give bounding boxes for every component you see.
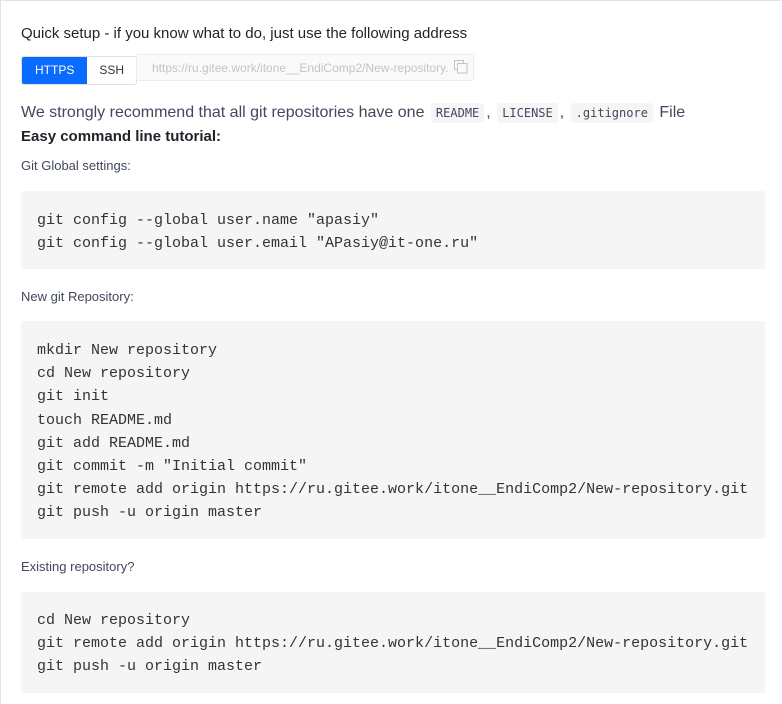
existing-repo-code-block: cd New repository git remote add origin … <box>21 592 765 693</box>
code-line: git push -u origin master <box>37 504 263 522</box>
quick-setup-title: Quick setup - if you know what to do, ju… <box>21 25 468 42</box>
new-repo-code-block: mkdir New repository cd New repository g… <box>21 321 765 539</box>
tutorial-heading: Easy command line tutorial: <box>21 128 222 145</box>
repo-url-field <box>136 54 474 81</box>
global-settings-label: Git Global settings: <box>21 158 131 173</box>
code-line: git remote add origin https://ru.gitee.w… <box>37 481 749 499</box>
recommend-suffix: File <box>659 104 686 121</box>
repo-url-input[interactable] <box>137 55 449 80</box>
ssh-button[interactable]: SSH <box>87 57 137 84</box>
gitignore-code: .gitignore <box>570 103 653 123</box>
https-button[interactable]: HTTPS <box>22 57 88 84</box>
license-code: LICENSE <box>497 103 558 123</box>
code-line: git add README.md <box>37 434 191 452</box>
code-line: git commit -m "Initial commit" <box>37 457 308 475</box>
code-line: cd New repository <box>37 365 191 383</box>
code-line: cd New repository <box>37 612 191 629</box>
recommend-prefix: We strongly recommend that all git repos… <box>21 104 425 121</box>
separator: , <box>486 104 491 121</box>
code-line: git config --global user.name "apasiy" <box>37 212 380 229</box>
code-line: git push -u origin master <box>37 658 263 676</box>
readme-code: README <box>430 103 485 123</box>
code-line: mkdir New repository <box>37 342 218 359</box>
code-line: git config --global user.email "APasiy@i… <box>37 235 479 253</box>
code-line: git remote add origin https://ru.gitee.w… <box>37 635 749 653</box>
code-line: git init <box>37 388 110 406</box>
existing-repo-label: Existing repository? <box>21 559 135 574</box>
quick-setup-panel: Quick setup - if you know what to do, ju… <box>0 0 781 704</box>
recommendation-text: We strongly recommend that all git repos… <box>21 103 686 123</box>
global-settings-code-block: git config --global user.name "apasiy" g… <box>21 191 765 269</box>
copy-icon[interactable] <box>454 60 468 74</box>
protocol-toggle: HTTPS SSH <box>21 56 138 85</box>
new-repo-label: New git Repository: <box>21 289 134 304</box>
separator: , <box>559 104 565 121</box>
code-line: touch README.md <box>37 411 173 429</box>
